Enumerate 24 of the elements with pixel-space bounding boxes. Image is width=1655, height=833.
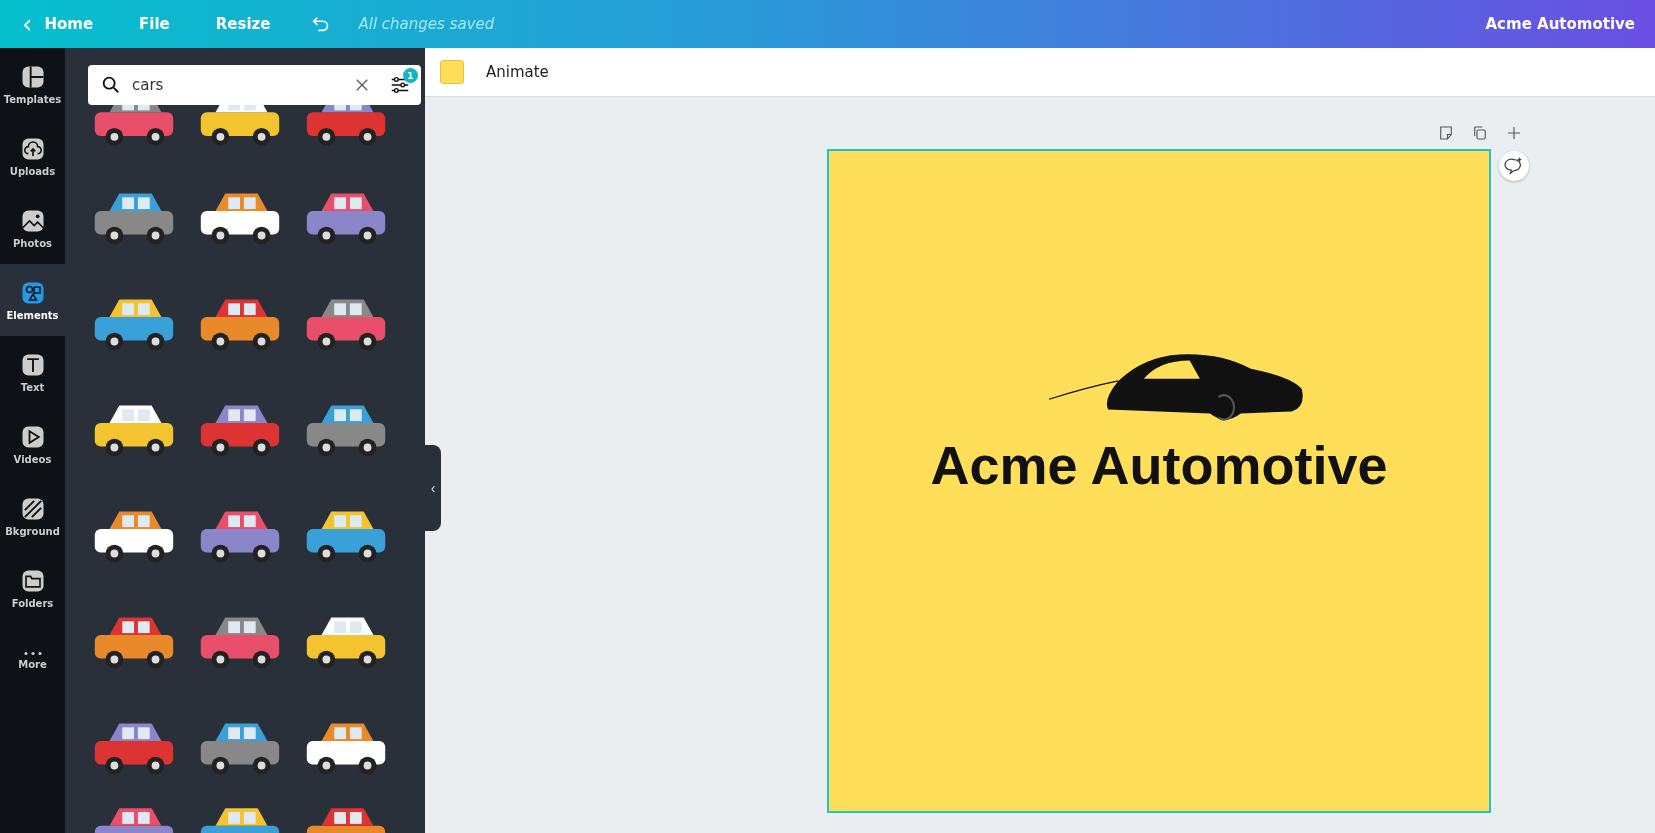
design-title: Acme Automotive (1485, 15, 1635, 33)
sidebar-tab[interactable]: Elements (0, 264, 65, 336)
animate-button[interactable]: Animate (484, 59, 551, 85)
design-title-text: Acme Automotive (930, 434, 1388, 496)
note-icon (1437, 124, 1455, 142)
comment-button[interactable] (1499, 151, 1529, 181)
sidebar-tab[interactable]: Photos (0, 192, 65, 264)
sidebar-tab[interactable]: More (0, 624, 65, 696)
sidebar-tab[interactable]: Templates (0, 48, 65, 120)
sidebar-tab[interactable]: Uploads (0, 120, 65, 192)
search-icon (100, 74, 122, 96)
more-icon (21, 650, 44, 656)
sidebar-tab[interactable]: Folders (0, 552, 65, 624)
collapse-handle[interactable]: ‹ (425, 445, 441, 531)
sliders-icon (389, 74, 411, 96)
copy-icon (1471, 124, 1489, 142)
save-status: All changes saved (358, 15, 495, 33)
design-page[interactable]: Acme Automotive (827, 149, 1491, 813)
color-swatch[interactable] (440, 60, 464, 84)
sidebar-tab[interactable]: Bkground (0, 480, 65, 552)
count-badge: 1 (403, 68, 418, 83)
sidebar-tab[interactable]: Videos (0, 408, 65, 480)
add-icon (1505, 124, 1523, 142)
sidebar-tab[interactable]: Text (0, 336, 65, 408)
